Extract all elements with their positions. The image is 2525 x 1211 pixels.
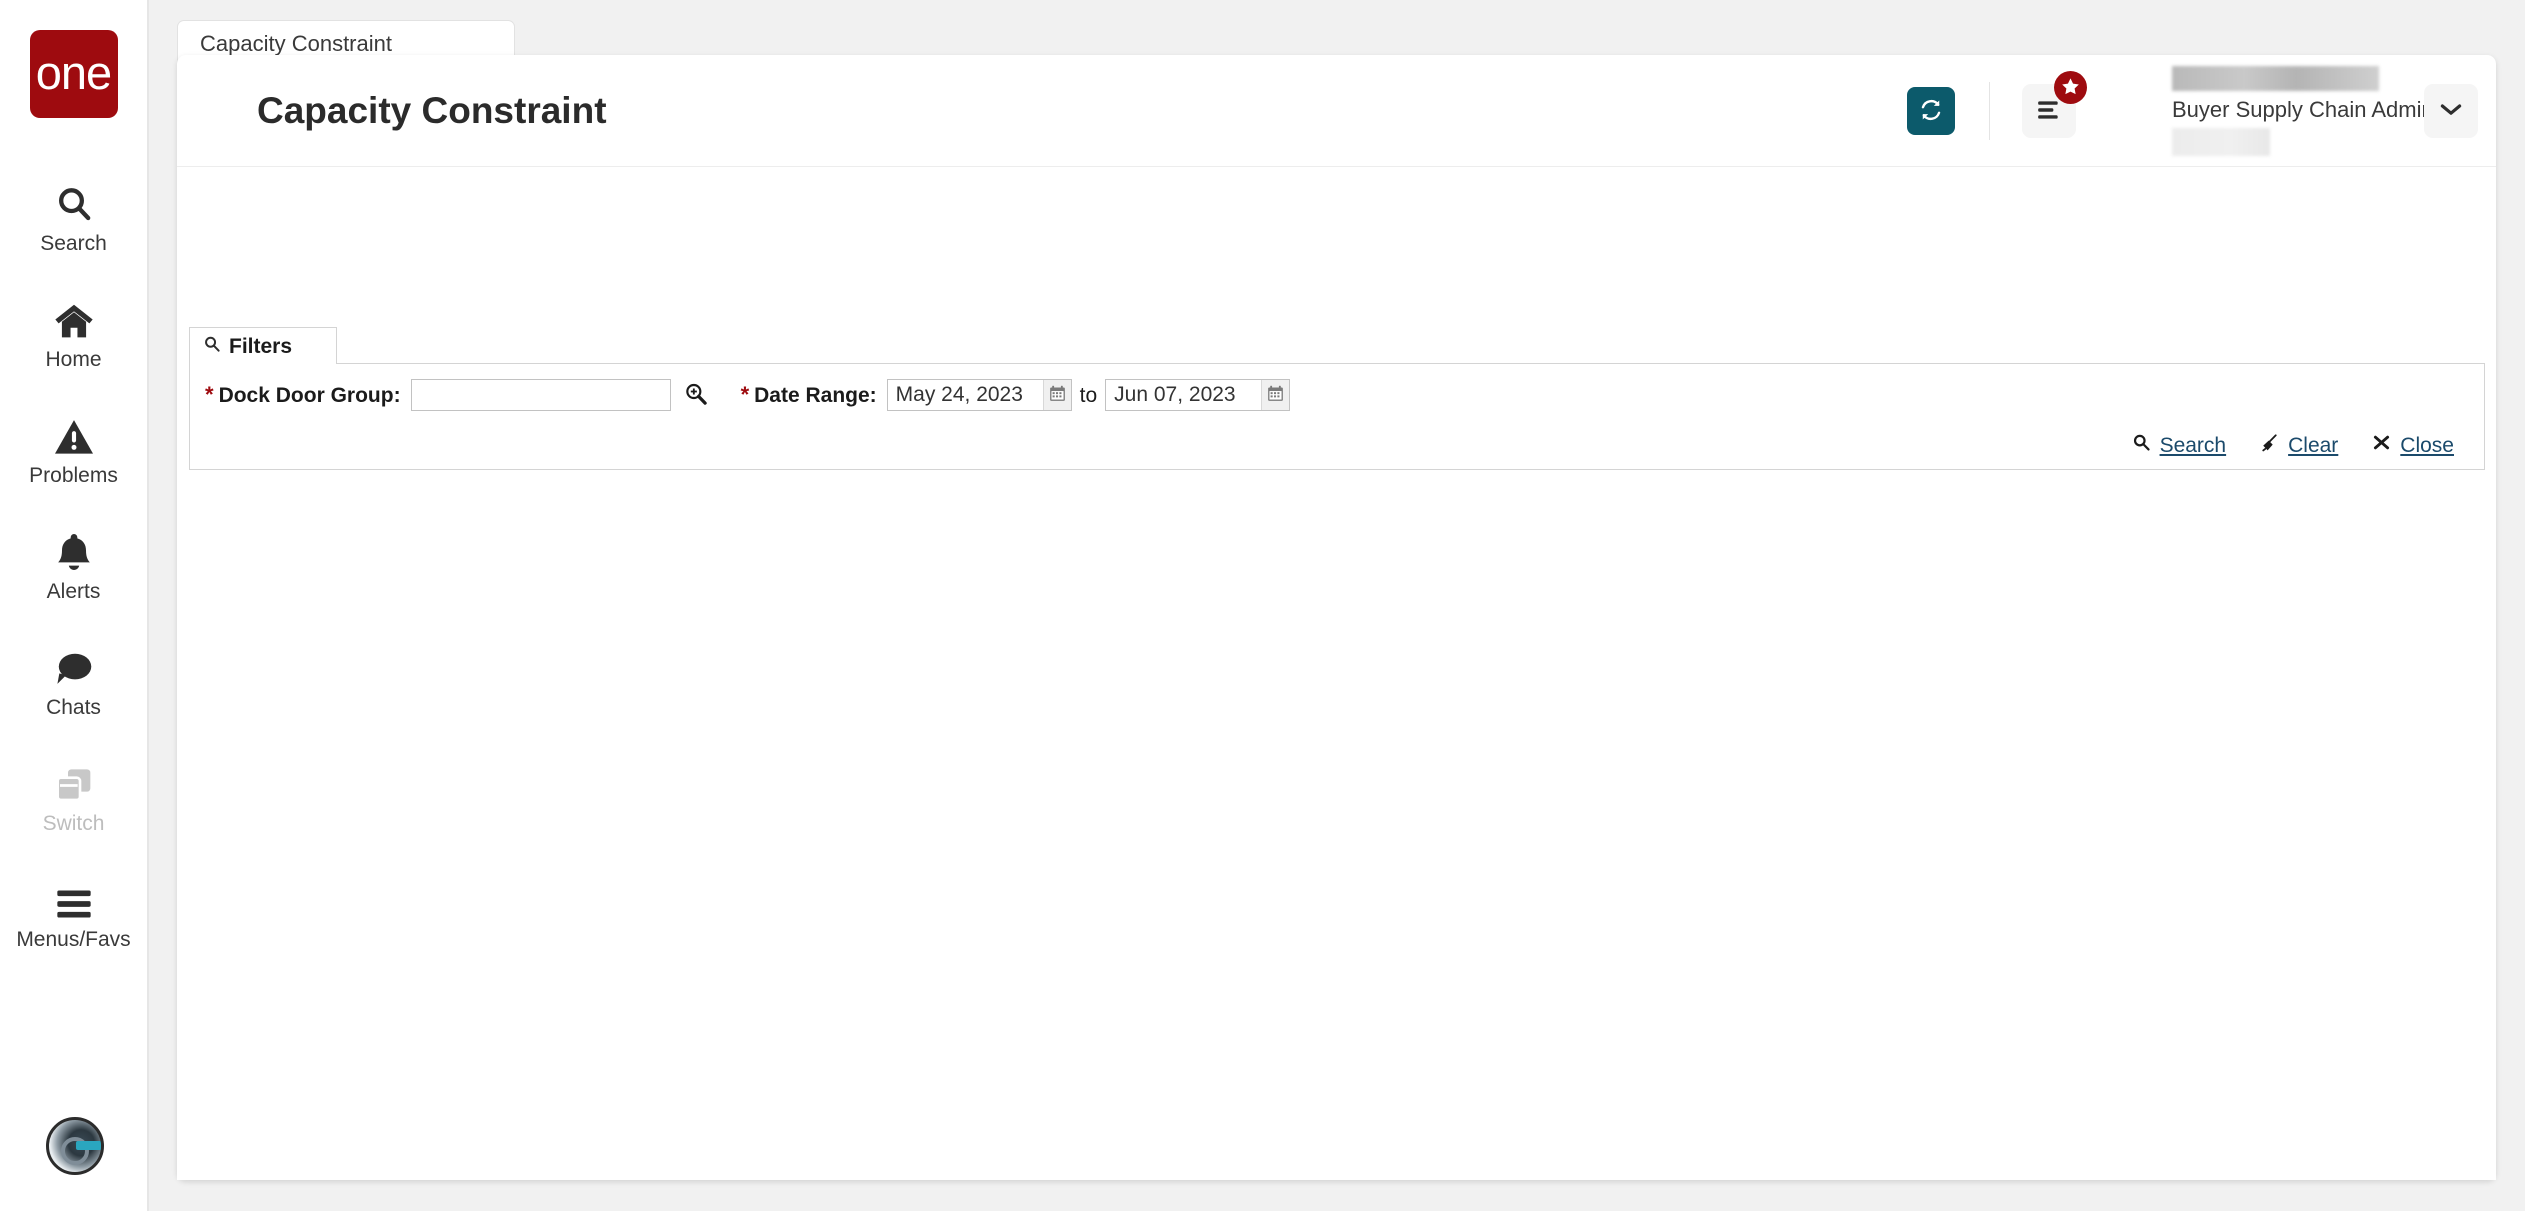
date-range-label: Date Range: <box>754 383 877 407</box>
one-logo[interactable]: one <box>29 30 118 118</box>
close-x-icon <box>2372 433 2391 457</box>
bell-icon <box>55 530 93 572</box>
magnifier-plus-icon <box>683 381 709 410</box>
menu-lines-icon <box>2036 99 2062 124</box>
sidebar-item-alerts[interactable]: Alerts <box>0 508 147 624</box>
dock-door-group-label: Dock Door Group: <box>218 383 401 407</box>
sidebar-item-label: Chats <box>46 696 101 719</box>
search-button[interactable]: Search <box>2132 433 2227 457</box>
sidebar-item-search[interactable]: Search <box>0 160 147 276</box>
left-sidebar: one Search Home Problems Alerts Chats Sw… <box>0 0 149 1211</box>
date-range-to-calendar-button[interactable] <box>1261 380 1290 410</box>
page-header: Capacity Constraint Buyer Supply Chain A… <box>177 55 2496 167</box>
chevron-down-icon <box>2440 103 2462 120</box>
date-range-to-word: to <box>1079 383 1098 407</box>
user-menu[interactable]: Buyer Supply Chain Admin <box>2172 66 2434 156</box>
redacted-user-org <box>2172 128 2270 156</box>
favorites-badge <box>2054 71 2087 104</box>
broom-icon <box>2260 433 2279 457</box>
clear-button[interactable]: Clear <box>2260 433 2338 457</box>
page-body: Filters * Dock Door Group: * Date Range:… <box>177 167 2496 1180</box>
sidebar-item-menus-favs[interactable]: Menus/Favs <box>0 856 147 972</box>
one-logo-text: one <box>35 45 112 99</box>
clear-button-label: Clear <box>2288 433 2339 457</box>
close-button-label: Close <box>2400 433 2454 457</box>
home-icon <box>53 298 95 340</box>
sidebar-item-switch[interactable]: Switch <box>0 740 147 856</box>
refresh-button[interactable] <box>1907 87 1955 135</box>
date-to-wrap <box>1105 379 1291 411</box>
sidebar-item-label: Home <box>45 348 102 371</box>
filters-row: * Dock Door Group: * Date Range: May 24,… <box>190 364 1291 426</box>
header-divider <box>1989 82 1990 140</box>
required-marker: * <box>740 382 750 407</box>
star-icon <box>2061 77 2080 99</box>
hamburger-icon <box>54 878 94 920</box>
sidebar-nav-list: Search Home Problems Alerts Chats Switch… <box>0 160 147 972</box>
sidebar-item-problems[interactable]: Problems <box>0 392 147 508</box>
sidebar-item-label: Problems <box>29 464 118 487</box>
date-range-from-calendar-button[interactable] <box>1042 380 1071 410</box>
page-card: Capacity Constraint Buyer Supply Chain A… <box>177 55 2496 1180</box>
sidebar-item-label: Alerts <box>46 580 101 603</box>
refresh-icon <box>1918 97 1944 126</box>
search-icon <box>54 182 94 224</box>
search-icon <box>203 335 221 358</box>
calendar-icon <box>1049 385 1066 405</box>
redacted-user-name <box>2172 66 2379 91</box>
calendar-icon <box>1267 385 1284 405</box>
main-region: Capacity Constraint Capacity Constraint <box>149 0 2525 1211</box>
sidebar-item-label: Switch <box>42 812 105 835</box>
required-marker: * <box>205 382 214 407</box>
sidebar-item-chats[interactable]: Chats <box>0 624 147 740</box>
warning-triangle-icon <box>53 414 95 456</box>
filters-actions: Search Clear Close <box>2132 433 2454 457</box>
user-menu-toggle[interactable] <box>2424 84 2478 138</box>
header-actions: Buyer Supply Chain Admin <box>1907 55 2478 167</box>
user-role-label: Buyer Supply Chain Admin <box>2172 97 2434 122</box>
sidebar-item-label: Search <box>40 232 107 255</box>
tab-label: Capacity Constraint <box>200 31 392 56</box>
close-button[interactable]: Close <box>2372 433 2454 457</box>
app-root: one Search Home Problems Alerts Chats Sw… <box>0 0 2525 1211</box>
filters-tab[interactable]: Filters <box>189 327 337 364</box>
switch-windows-icon <box>54 762 94 804</box>
dock-door-group-lookup-button[interactable] <box>681 380 711 410</box>
filters-tab-label: Filters <box>229 334 293 358</box>
date-from-wrap <box>886 379 1072 411</box>
avatar[interactable] <box>45 1117 104 1175</box>
sidebar-item-label: Menus/Favs <box>16 928 131 951</box>
search-button-label: Search <box>2159 433 2227 457</box>
page-title: Capacity Constraint <box>257 90 607 131</box>
sidebar-item-home[interactable]: Home <box>0 276 147 392</box>
dock-door-group-input[interactable] <box>410 379 671 411</box>
filters-body: * Dock Door Group: * Date Range: May 24,… <box>189 363 2485 470</box>
chat-bubble-icon <box>53 646 95 688</box>
avatar-container <box>0 1117 149 1175</box>
menus-favs-button[interactable] <box>2022 71 2087 138</box>
search-icon <box>2132 433 2151 457</box>
